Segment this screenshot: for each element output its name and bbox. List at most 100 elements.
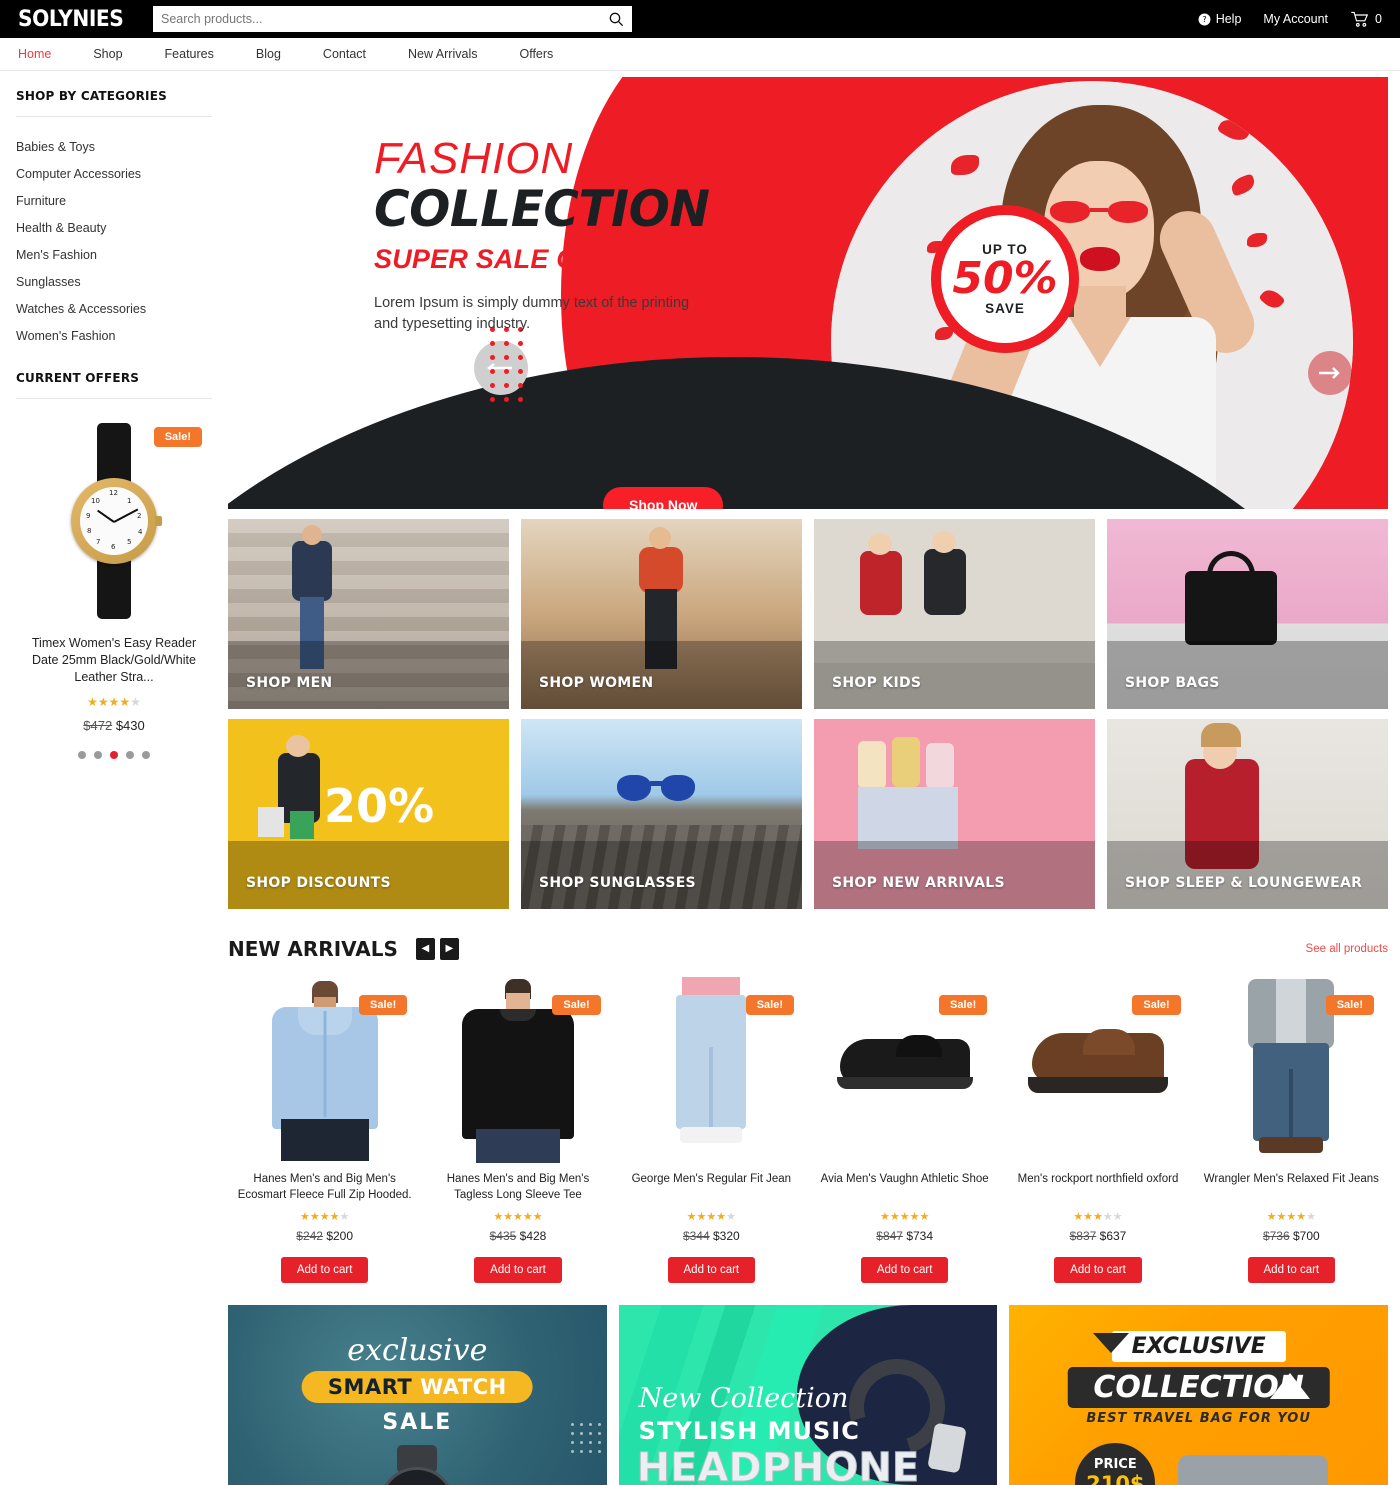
tile-label: SHOP MEN [246, 675, 333, 691]
banner-sale-line: SALE [382, 1410, 453, 1435]
product-card[interactable]: Sale! Hanes Men's and Big Men's Ecosmart… [228, 977, 421, 1283]
product-name: Men's rockport northfield oxford [1017, 1173, 1179, 1185]
carousel-dot[interactable] [94, 750, 102, 759]
nav-item-offers[interactable]: Offers [498, 47, 574, 61]
carousel-dot[interactable] [126, 750, 134, 759]
product-rating: ★★★★★ [686, 1211, 736, 1223]
banner-headphone[interactable]: New Collection STYLISH MUSIC HEADPHONE [618, 1305, 998, 1485]
my-account-link[interactable]: My Account [1263, 12, 1328, 26]
sidebar-item-mens-fashion[interactable]: Men's Fashion [16, 241, 212, 268]
nav-item-features[interactable]: Features [144, 47, 235, 61]
search-icon[interactable] [608, 11, 624, 27]
help-label: Help [1215, 12, 1242, 26]
banner-word-watch: WATCH [420, 1375, 507, 1399]
top-right-actions: ? Help My Account 0 [1198, 11, 1382, 27]
add-to-cart-button[interactable]: Add to cart [474, 1257, 562, 1283]
sidebar-item-babies-toys[interactable]: Babies & Toys [16, 133, 212, 160]
page-title: NEW ARRIVALS [228, 937, 398, 961]
nav-item-shop[interactable]: Shop [72, 47, 143, 61]
sidebar-item-watches-accessories[interactable]: Watches & Accessories [16, 295, 212, 322]
nav-item-new-arrivals[interactable]: New Arrivals [387, 47, 498, 61]
status-badge: Sale! [1325, 995, 1374, 1015]
search-input[interactable] [161, 12, 608, 26]
tile-shop-discounts[interactable]: 20% SHOP DISCOUNTS [228, 719, 509, 909]
add-to-cart-button[interactable]: Add to cart [667, 1257, 756, 1283]
product-rating: ★★★★★ [299, 1211, 350, 1223]
product-new-price: $734 [906, 1229, 934, 1243]
banner-tagline: BEST TRAVEL BAG FOR YOU [1086, 1411, 1311, 1426]
carousel-dot[interactable] [142, 750, 150, 759]
sidebar-item-computer-accessories[interactable]: Computer Accessories [16, 160, 212, 187]
brand-logo[interactable]: SOLYNIES [18, 7, 124, 32]
carousel-next-button[interactable]: ▶ [439, 938, 459, 960]
product-new-price: $200 [326, 1229, 354, 1243]
tile-shop-kids[interactable]: SHOP KIDS [814, 519, 1095, 709]
new-arrivals-header: NEW ARRIVALS ◀ ▶ See all products [228, 937, 1388, 961]
banner-travel-bag[interactable]: EXCLUSIVE COLLECTION BEST TRAVEL BAG FOR… [1009, 1305, 1388, 1485]
offer-image: 12 1 2 4 5 6 7 8 9 10 [16, 421, 212, 621]
category-list: Babies & Toys Computer Accessories Furni… [16, 133, 212, 349]
arrow-right-icon [1319, 367, 1340, 379]
tile-shop-bags[interactable]: SHOP BAGS [1107, 519, 1388, 709]
product-card[interactable]: Sale! Wrangler Men's Relaxed Fit Jeans ★… [1195, 977, 1388, 1283]
see-all-products-link[interactable]: See all products [1306, 943, 1388, 955]
tile-shop-new-arrivals[interactable]: SHOP NEW ARRIVALS [814, 719, 1095, 909]
hero-discount-badge: UP TO 50% SAVE [931, 205, 1079, 353]
cart-count: 0 [1375, 12, 1382, 26]
hero-left-decoration [474, 327, 536, 407]
tile-label: SHOP BAGS [1125, 675, 1220, 691]
tile-shop-women[interactable]: SHOP WOMEN [521, 519, 802, 709]
offer-rating: ★★★★★ [87, 694, 141, 709]
promo-banner-row: exclusive SMART WATCH SALE 100% [228, 1305, 1388, 1485]
status-badge: Sale! [359, 995, 408, 1015]
hero-line-collection: COLLECTION [374, 180, 710, 238]
sidebar-item-womens-fashion[interactable]: Women's Fashion [16, 322, 212, 349]
product-rating: ★★★★★ [1266, 1211, 1316, 1223]
tile-shop-sunglasses[interactable]: SHOP SUNGLASSES [521, 719, 802, 909]
add-to-cart-button[interactable]: Add to cart [1054, 1257, 1142, 1283]
product-card[interactable]: Sale! Avia Men's Vaughn Athletic Shoe ★★… [808, 977, 1001, 1283]
new-arrivals-nav: ◀ ▶ [415, 938, 459, 960]
tile-label: SHOP SLEEP & LOUNGEWEAR [1125, 875, 1363, 891]
tile-shop-sleep-loungewear[interactable]: SHOP SLEEP & LOUNGEWEAR [1107, 719, 1388, 909]
product-old-price: $242 [296, 1229, 323, 1243]
carousel-dot-active[interactable] [110, 750, 118, 759]
product-old-price: $435 [489, 1229, 517, 1243]
nav-item-home[interactable]: Home [18, 47, 72, 61]
banner-smart-watch[interactable]: exclusive SMART WATCH SALE 100% [228, 1305, 607, 1485]
cart-link[interactable]: 0 [1350, 11, 1382, 27]
sidebar-item-sunglasses[interactable]: Sunglasses [16, 268, 212, 295]
product-price: $242 $200 [236, 1229, 413, 1243]
product-card[interactable]: Sale! George Men's Regular Fit Jean ★★★★… [615, 977, 808, 1283]
product-new-price: $320 [712, 1229, 740, 1243]
search-bar[interactable] [153, 6, 632, 32]
hero-next-button[interactable] [1308, 351, 1352, 395]
shop-now-button[interactable]: Shop Now [603, 487, 724, 509]
banner-highlight-line: SMART WATCH [301, 1371, 533, 1403]
hero-banner: FASHION COLLECTION SUPER SALE OFFER Lore… [228, 77, 1388, 509]
product-price: $435 $428 [429, 1229, 606, 1243]
help-icon: ? [1198, 13, 1211, 25]
badge-percent: 50% [952, 253, 1058, 304]
banner-word-smart: SMART [327, 1375, 413, 1399]
product-old-price: $847 [876, 1229, 903, 1243]
product-old-price: $736 [1262, 1229, 1290, 1243]
product-rating: ★★★★★ [1073, 1211, 1123, 1223]
tile-shop-men[interactable]: SHOP MEN [228, 519, 509, 709]
nav-item-contact[interactable]: Contact [302, 47, 387, 61]
help-link[interactable]: ? Help [1198, 12, 1242, 26]
product-card[interactable]: Sale! Men's rockport northfield oxford ★… [1001, 977, 1194, 1283]
status-badge: Sale! [745, 995, 794, 1015]
sidebar-item-health-beauty[interactable]: Health & Beauty [16, 214, 212, 241]
add-to-cart-button[interactable]: Add to cart [280, 1257, 369, 1283]
current-offer-card[interactable]: Sale! 12 1 2 4 5 6 7 8 9 10 Timex Women'… [16, 399, 212, 759]
add-to-cart-button[interactable]: Add to cart [860, 1257, 949, 1283]
product-name: Wrangler Men's Relaxed Fit Jeans [1203, 1173, 1379, 1185]
add-to-cart-button[interactable]: Add to cart [1247, 1257, 1336, 1283]
nav-item-blog[interactable]: Blog [235, 47, 302, 61]
sidebar-item-furniture[interactable]: Furniture [16, 187, 212, 214]
carousel-dot[interactable] [78, 750, 86, 759]
offer-price: $472 $430 [16, 718, 212, 733]
carousel-prev-button[interactable]: ◀ [415, 938, 435, 960]
product-card[interactable]: Sale! Hanes Men's and Big Men's Tagless … [421, 977, 614, 1283]
